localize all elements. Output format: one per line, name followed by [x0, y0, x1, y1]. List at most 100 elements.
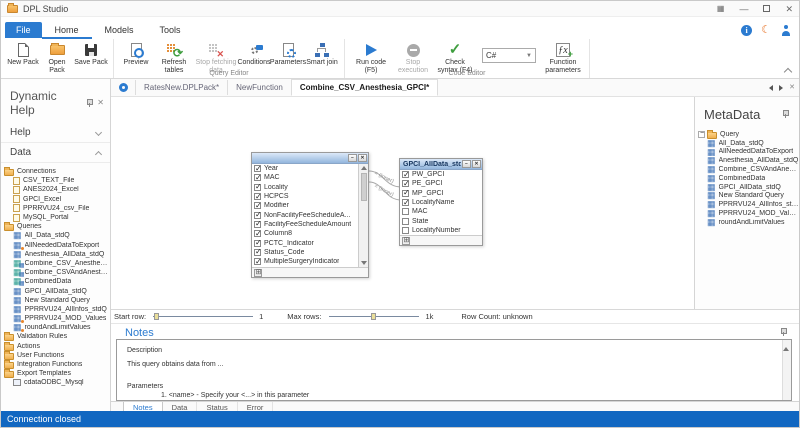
document-tab[interactable]: Combine_CSV_Anesthesia_GPCI* [291, 79, 438, 96]
tree-item[interactable]: CombinedData [695, 174, 799, 183]
table-field-row[interactable]: MultipleSurgeryIndicator [252, 257, 358, 266]
field-checkbox[interactable] [254, 184, 261, 191]
help-section-header[interactable]: Help [1, 123, 110, 143]
tree-item[interactable]: All_Data_stdQ [1, 231, 110, 240]
tree-item[interactable]: MySQL_Portal [1, 213, 110, 222]
tree-item[interactable]: CombinedData [1, 277, 110, 286]
tree-item[interactable]: PPRRVU24_AllInfos_stdQ [695, 200, 799, 209]
table-field-row[interactable]: MAC [252, 173, 358, 182]
tree-item[interactable]: Anesthesia_AllData_stdQ [1, 250, 110, 259]
field-checkbox[interactable] [254, 249, 261, 256]
tree-item[interactable]: Validation Rules [1, 332, 110, 341]
tree-item[interactable]: PPRRVU24_csv_File [1, 204, 110, 213]
table-field-row[interactable]: Status_Code [252, 248, 358, 257]
tree-item[interactable]: Combine_CSVAndAnesthesia [695, 165, 799, 174]
tree-item[interactable]: GPCI_AllData_stdQ [1, 286, 110, 295]
conditions-button[interactable]: Conditions [237, 41, 271, 67]
user-account-icon[interactable] [780, 25, 791, 36]
tree-item[interactable]: GPCI_Excel [1, 195, 110, 204]
tree-item[interactable]: Connections [1, 167, 110, 176]
tree-item[interactable]: Query [695, 130, 799, 139]
tree-item[interactable]: roundAndLimitValues [695, 218, 799, 227]
add-field-icon[interactable] [254, 269, 262, 277]
start-row-slider[interactable] [153, 316, 253, 317]
tree-item[interactable]: Actions [1, 342, 110, 351]
field-checkbox[interactable] [254, 258, 261, 265]
tab-file[interactable]: File [5, 22, 42, 38]
scroll-tabs-left-icon[interactable] [769, 85, 773, 91]
gpci-table-titlebar[interactable]: GPCI_AllData_stdQ − ✕ [400, 159, 482, 170]
tree-item[interactable]: Combine_CSV_Anesthesia_GPCI [1, 259, 110, 268]
panel-close-icon[interactable]: ✕ [97, 99, 104, 107]
table-minimize-icon[interactable]: − [462, 160, 471, 168]
tab-tools[interactable]: Tools [147, 22, 194, 39]
field-checkbox[interactable] [254, 230, 261, 237]
document-tab[interactable]: NewFunction [227, 80, 291, 95]
info-icon[interactable]: i [741, 25, 752, 36]
field-checkbox[interactable] [254, 165, 261, 172]
notes-scrollbar[interactable] [782, 340, 791, 400]
open-pack-button[interactable]: Open Pack [40, 41, 74, 74]
source-table-box[interactable]: − ✕ Year MAC [251, 152, 369, 278]
parameters-button[interactable]: Parameters [271, 41, 305, 67]
expander-icon[interactable] [698, 131, 705, 138]
tree-item[interactable]: Anesthesia_AllData_stdQ [695, 156, 799, 165]
table-field-row[interactable]: Column8 [252, 229, 358, 238]
save-pack-button[interactable]: Save Pack [74, 41, 108, 67]
tree-item[interactable]: cdataODBC_Mysql [1, 378, 110, 387]
tree-item[interactable]: Integration Functions [1, 360, 110, 369]
table-field-row[interactable]: LocalityNumber [400, 226, 482, 235]
field-checkbox[interactable] [254, 240, 261, 247]
notes-editor[interactable]: Description This query obtains data from… [116, 339, 792, 401]
tab-models[interactable]: Models [92, 22, 147, 39]
scroll-down-icon[interactable] [361, 261, 367, 265]
data-section-header[interactable]: Data [1, 143, 110, 163]
tree-item[interactable]: Export Templates [1, 369, 110, 378]
table-scrollbar[interactable] [358, 164, 368, 267]
scroll-thumb[interactable] [361, 173, 367, 201]
tree-item[interactable]: AllNeededDataToExport [695, 148, 799, 157]
add-field-icon[interactable] [402, 237, 410, 245]
table-close-icon[interactable]: ✕ [358, 154, 367, 162]
new-pack-button[interactable]: New Pack [6, 41, 40, 67]
table-close-icon[interactable]: ✕ [472, 160, 481, 168]
document-tab[interactable]: RatesNew.DPLPack* [135, 80, 227, 95]
close-icon[interactable]: ✕ [785, 4, 793, 14]
table-field-row[interactable]: NonFacilityFeeScheduleA... [252, 210, 358, 219]
table-field-row[interactable]: Locality [252, 183, 358, 192]
tree-item[interactable]: GPCI_AllData_stdQ [695, 183, 799, 192]
tree-item[interactable]: PPRRVU24_AllInfos_stdQ [1, 305, 110, 314]
field-checkbox[interactable] [402, 180, 409, 187]
window-layout-icon[interactable]: ▦ [717, 4, 725, 14]
field-checkbox[interactable] [402, 208, 409, 215]
max-rows-slider-thumb[interactable] [371, 313, 376, 320]
tree-item[interactable]: User Functions [1, 351, 110, 360]
table-field-row[interactable]: PE_GPCI [400, 179, 482, 188]
tree-item[interactable]: New Standard Query [1, 296, 110, 305]
max-rows-slider[interactable] [329, 316, 419, 317]
tree-item[interactable]: CSV_TEXT_File [1, 176, 110, 185]
language-combobox[interactable]: C# ▼ [482, 48, 536, 63]
table-field-row[interactable]: MAC [400, 207, 482, 216]
gpci-table-box[interactable]: GPCI_AllData_stdQ − ✕ PW_GPCI [399, 158, 483, 246]
tree-item[interactable]: Queries [1, 222, 110, 231]
table-field-row[interactable]: PCTC_Indicator [252, 238, 358, 247]
scroll-tabs-right-icon[interactable] [779, 85, 783, 91]
field-checkbox[interactable] [254, 174, 261, 181]
table-field-row[interactable]: FacilityFeeScheduleAmount [252, 220, 358, 229]
field-checkbox[interactable] [254, 193, 261, 200]
preview-button[interactable]: Preview [119, 41, 153, 67]
tree-item[interactable]: roundAndLimitValues [1, 323, 110, 332]
table-field-row[interactable]: HCPCS [252, 192, 358, 201]
table-field-row[interactable]: State [400, 216, 482, 225]
pin-icon[interactable] [779, 328, 787, 337]
ribbon-collapse-icon[interactable] [784, 68, 792, 76]
tab-home[interactable]: Home [42, 22, 92, 39]
source-table-titlebar[interactable]: − ✕ [252, 153, 368, 164]
field-checkbox[interactable] [402, 227, 409, 234]
table-field-row[interactable]: Year [252, 164, 358, 173]
start-row-slider-thumb[interactable] [154, 313, 159, 320]
tree-item[interactable]: New Standard Query [695, 192, 799, 201]
table-field-row[interactable]: LocalityName [400, 198, 482, 207]
field-checkbox[interactable] [402, 199, 409, 206]
